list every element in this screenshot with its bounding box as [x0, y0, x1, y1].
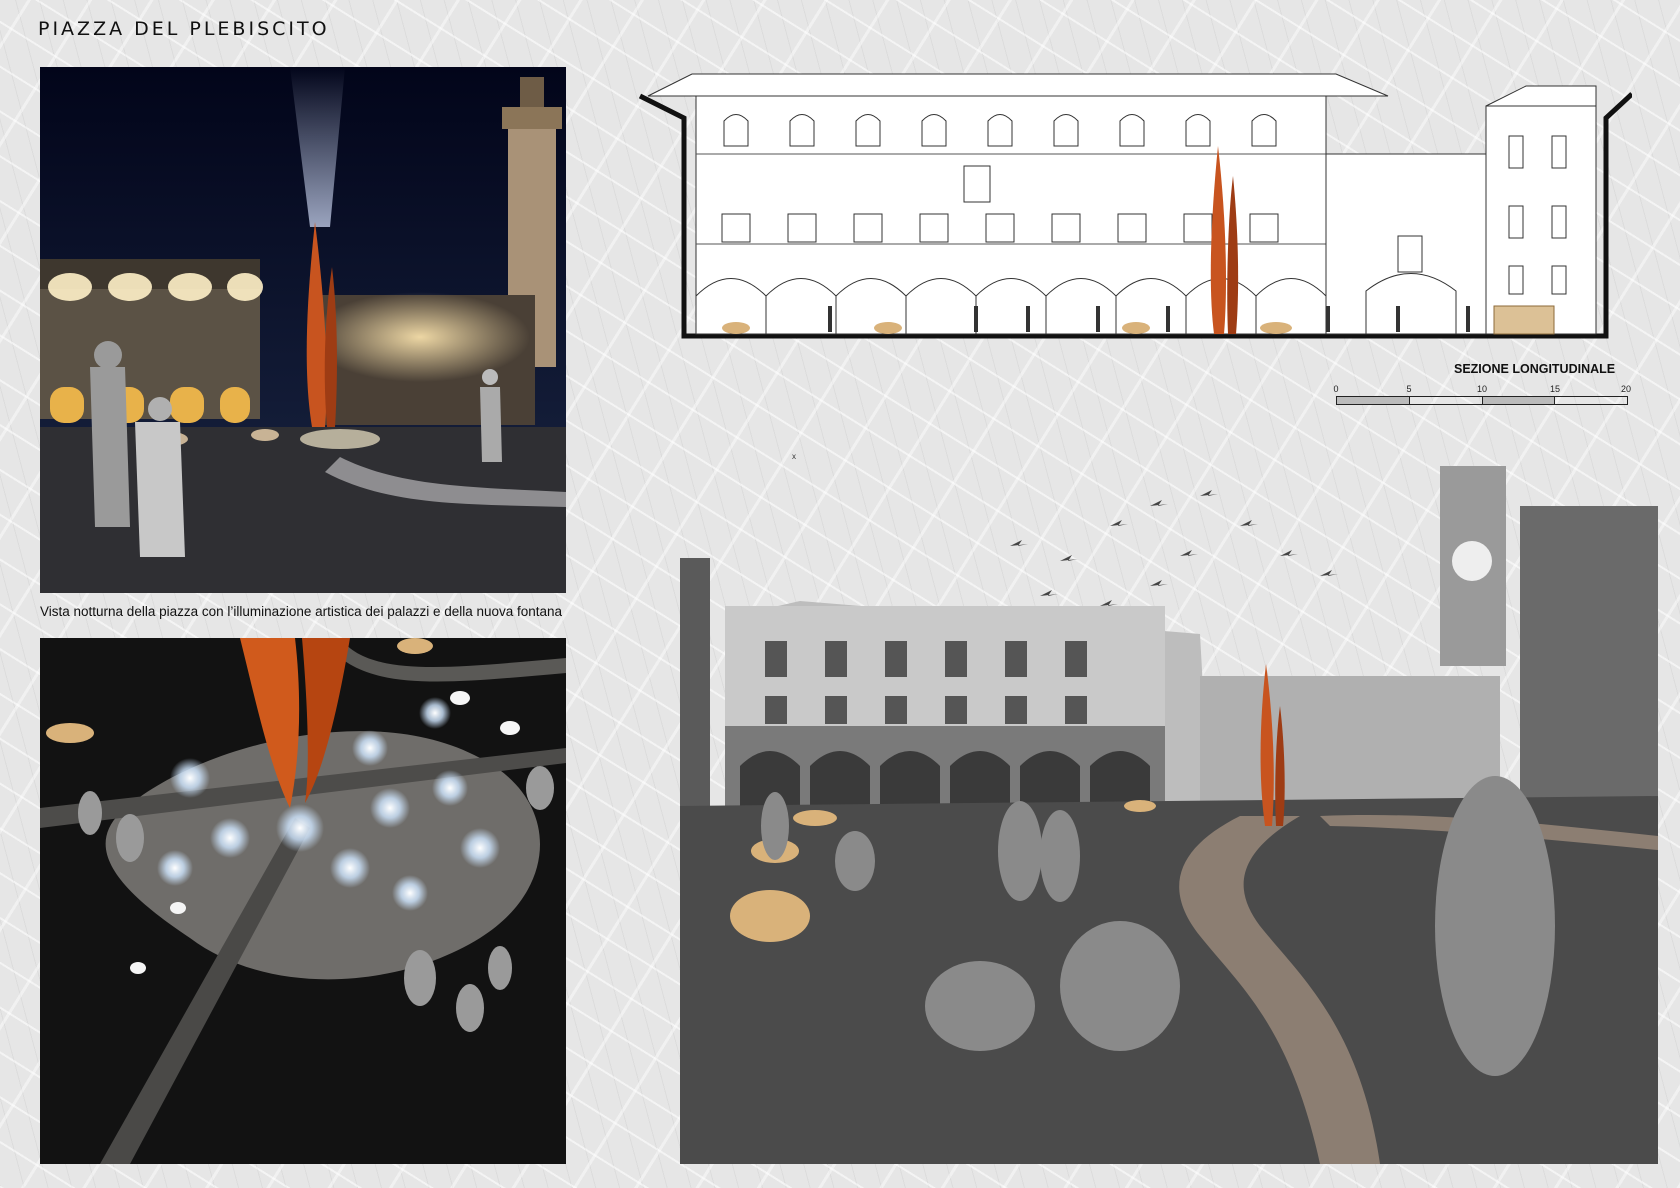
scale-tick-label: 5 — [1406, 384, 1412, 394]
night-view-render — [40, 67, 566, 593]
scale-bar-graphic — [1336, 396, 1628, 405]
map-marker: x — [792, 452, 796, 461]
scale-tick-label: 15 — [1549, 384, 1561, 394]
fountain-top-view-render — [40, 638, 566, 1164]
night-view-caption: Vista notturna della piazza con l’illumi… — [40, 604, 563, 619]
longitudinal-section-drawing — [636, 66, 1632, 366]
scale-tick-label: 10 — [1476, 384, 1488, 394]
scale-tick-label: 20 — [1620, 384, 1632, 394]
scale-tick-label: 0 — [1333, 384, 1339, 394]
section-label: SEZIONE LONGITUDINALE — [1454, 362, 1616, 376]
scale-bar: 0 5 10 15 20 — [1333, 384, 1632, 410]
daytime-photomontage — [680, 466, 1658, 1164]
page-title: PIAZZA DEL PLEBISCITO — [38, 18, 330, 40]
